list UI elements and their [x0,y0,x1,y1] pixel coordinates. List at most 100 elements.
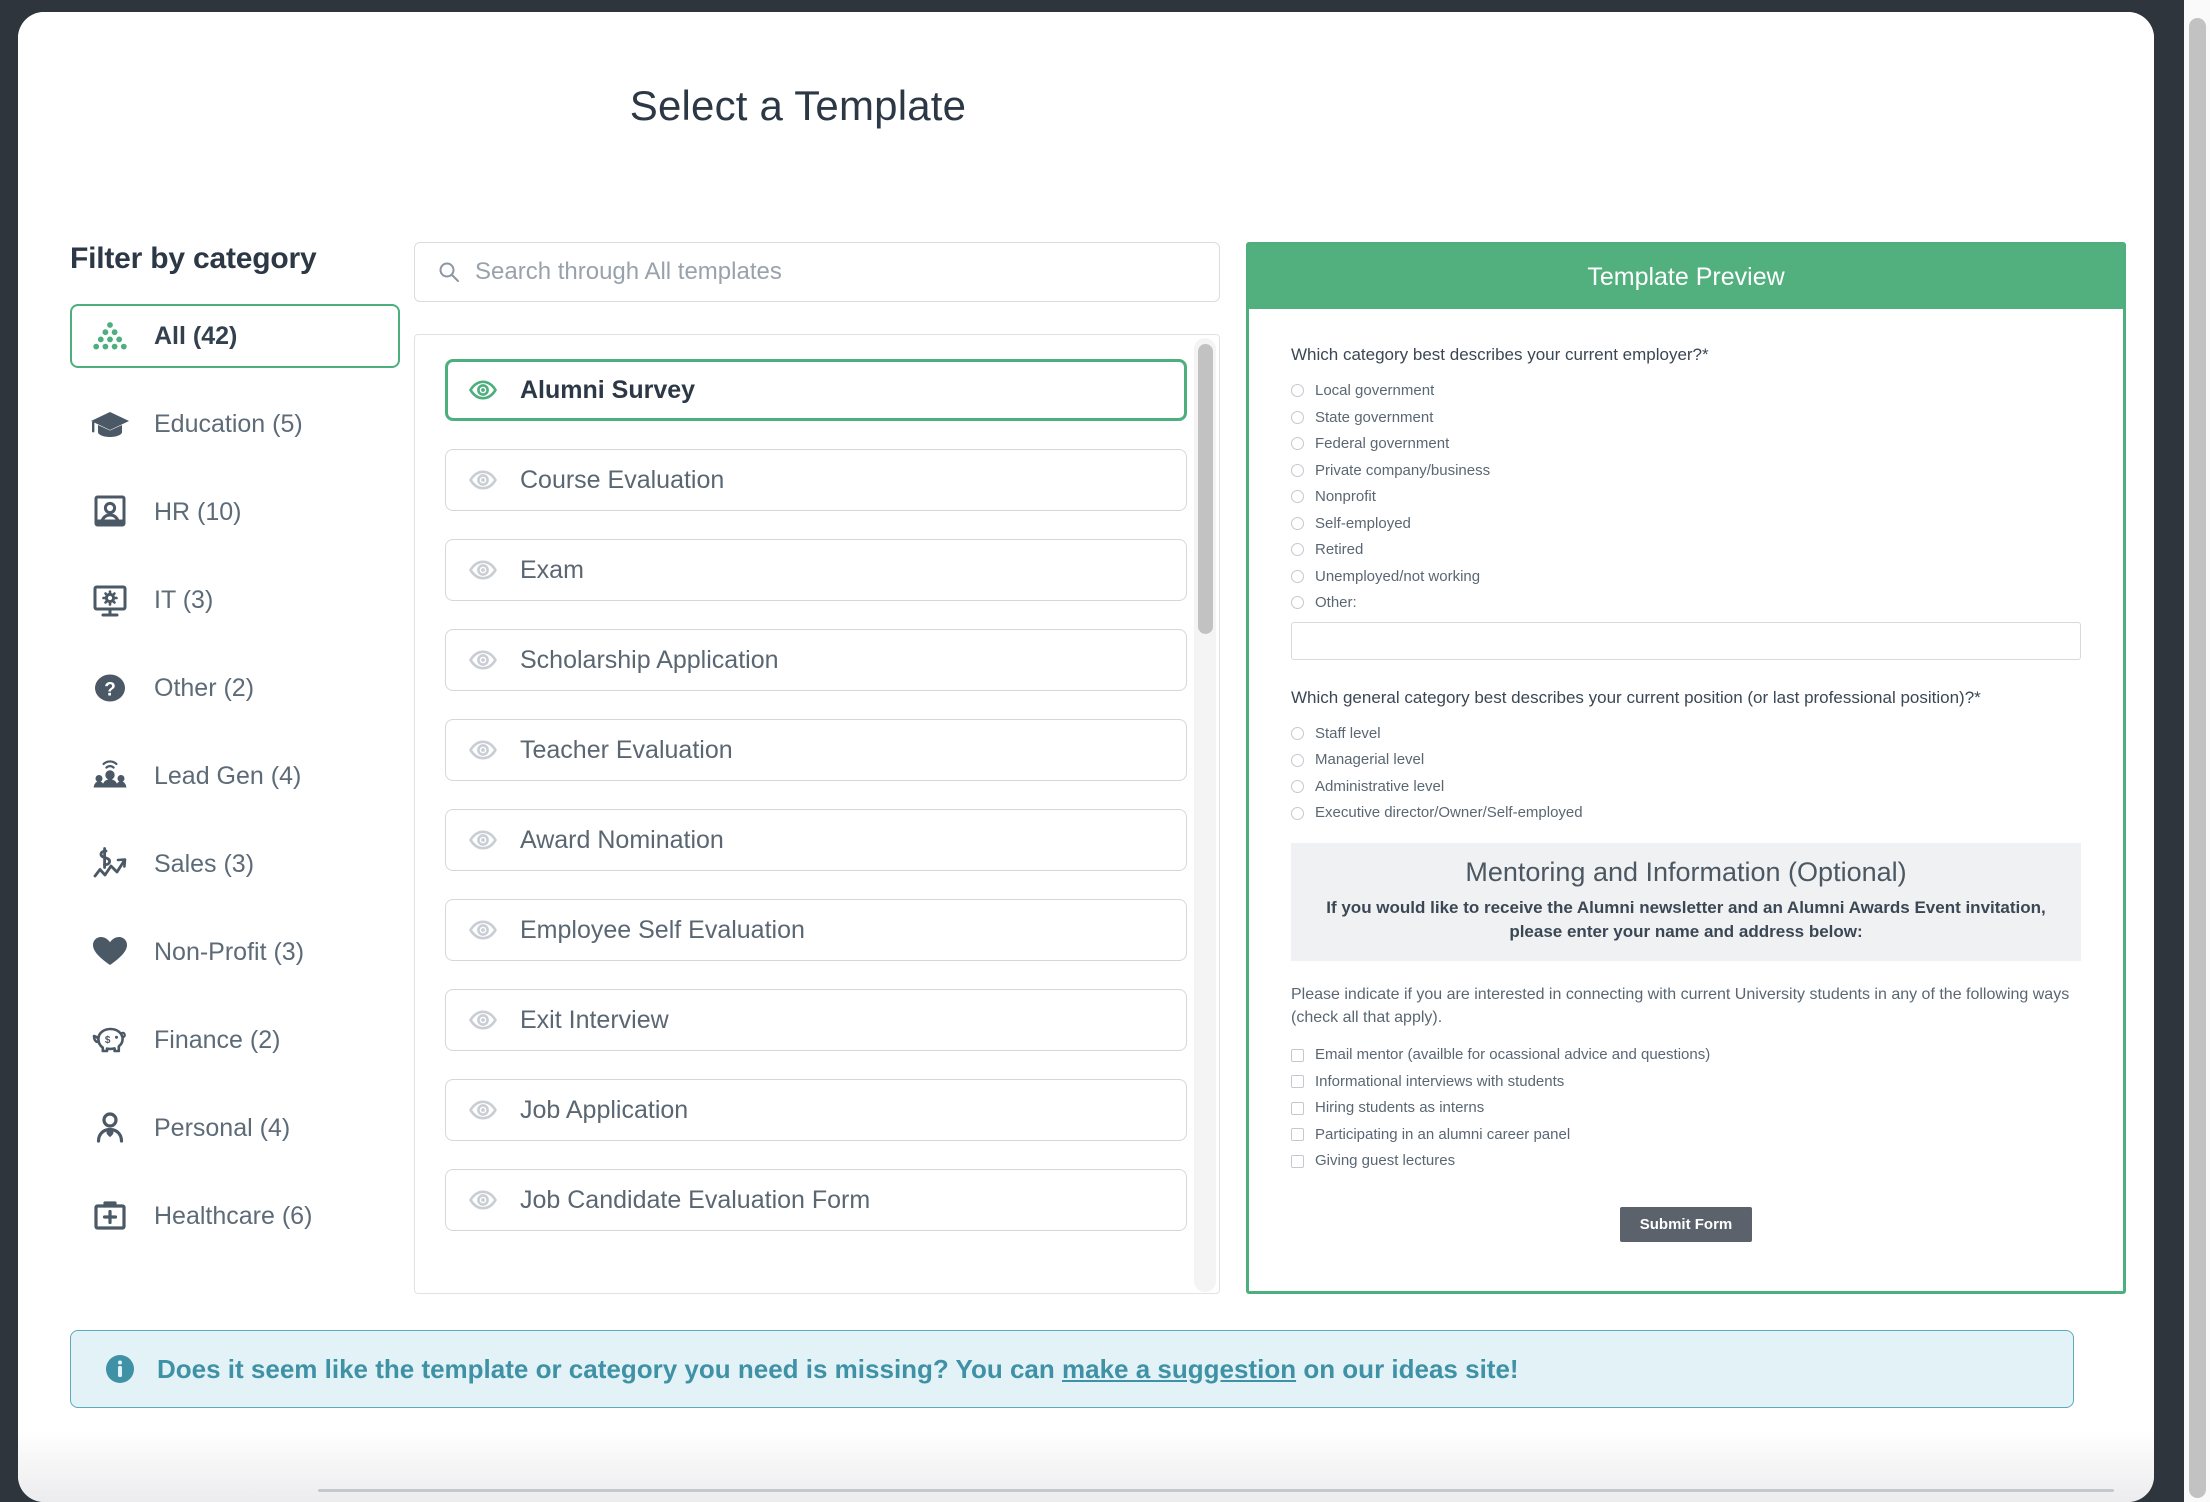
preview-employer-option[interactable]: Local government [1291,381,2081,401]
heart-icon [88,931,132,973]
preview-connect-option[interactable]: Informational interviews with students [1291,1072,2081,1092]
radio-button-icon[interactable] [1291,753,1304,767]
preview-employer-option[interactable]: Other: [1291,593,2081,613]
template-list-item[interactable]: Scholarship Application [445,629,1187,691]
modal-content: Filter by category All (42) Education (5… [18,242,2154,1342]
sidebar-item-non-profit-3[interactable]: Non-Profit (3) [70,920,400,984]
radio-button-icon[interactable] [1291,516,1304,530]
eye-preview-icon[interactable] [468,1005,498,1035]
preview-position-option[interactable]: Managerial level [1291,750,2081,770]
eye-preview-icon[interactable] [468,1095,498,1125]
preview-connect-option[interactable]: Hiring students as interns [1291,1098,2081,1118]
radio-button-icon[interactable] [1291,410,1304,424]
sidebar-item-label: Education (5) [154,409,303,438]
template-list: Alumni Survey Course Evaluation Exam Sch… [415,335,1219,1283]
eye-preview-icon[interactable] [468,465,498,495]
template-list-item[interactable]: Employee Self Evaluation [445,899,1187,961]
sidebar-item-education-5[interactable]: Education (5) [70,392,400,456]
template-list-item-label: Exam [520,555,584,584]
template-list-item[interactable]: Job Candidate Evaluation Form [445,1169,1187,1231]
make-a-suggestion-link[interactable]: make a suggestion [1062,1354,1296,1384]
sidebar-item-lead-gen-4[interactable]: Lead Gen (4) [70,744,400,808]
radio-button-icon[interactable] [1291,543,1304,557]
radio-button-icon[interactable] [1291,806,1304,820]
radio-button-icon[interactable] [1291,463,1304,477]
preview-position-option-label: Administrative level [1315,777,1445,795]
search-input[interactable] [475,258,1195,286]
preview-connect-option[interactable]: Email mentor (availble for ocassional ad… [1291,1045,2081,1065]
template-preview-panel: Template Preview Which category best des… [1246,242,2126,1294]
preview-position-option[interactable]: Administrative level [1291,777,2081,797]
search-box[interactable] [414,242,1220,302]
scrollbar-thumb[interactable] [1198,344,1213,634]
preview-employer-option[interactable]: Retired [1291,540,2081,560]
preview-employer-option[interactable]: Private company/business [1291,461,2081,481]
template-list-item-label: Scholarship Application [520,645,779,674]
checkbox-icon[interactable] [1291,1154,1304,1168]
sidebar-item-label: Healthcare (6) [154,1201,313,1230]
eye-preview-icon[interactable] [468,375,498,405]
sidebar-item-all-42[interactable]: All (42) [70,304,400,368]
preview-position-option[interactable]: Executive director/Owner/Self-employed [1291,803,2081,823]
template-list-item[interactable]: Award Nomination [445,809,1187,871]
sidebar-item-label: Non-Profit (3) [154,937,305,966]
radio-button-icon[interactable] [1291,437,1304,451]
checkbox-icon[interactable] [1291,1075,1304,1089]
eye-preview-icon[interactable] [468,735,498,765]
template-list-item[interactable]: Job Application [445,1079,1187,1141]
piggy-bank-icon: $ [88,1019,132,1061]
template-list-item[interactable]: Alumni Survey [445,359,1187,421]
template-list-item[interactable]: Exit Interview [445,989,1187,1051]
eye-preview-icon[interactable] [468,645,498,675]
page-scrollbar-thumb[interactable] [2189,18,2206,1498]
preview-connect-option[interactable]: Participating in an alumni career panel [1291,1125,2081,1145]
suggestion-info-banner: Does it seem like the template or catego… [70,1330,2074,1408]
preview-employer-option[interactable]: Nonprofit [1291,487,2081,507]
template-list-item-label: Job Candidate Evaluation Form [520,1185,871,1214]
checkbox-icon[interactable] [1291,1128,1304,1142]
preview-employer-option[interactable]: Unemployed/not working [1291,567,2081,587]
eye-preview-icon[interactable] [468,555,498,585]
submit-form-button[interactable]: Submit Form [1619,1206,1753,1242]
checkbox-icon[interactable] [1291,1048,1304,1062]
sidebar-item-it-3[interactable]: IT (3) [70,568,400,632]
sidebar-item-label: Finance (2) [154,1025,281,1054]
preview-employer-option-label: Nonprofit [1315,488,1376,506]
eye-preview-icon[interactable] [468,825,498,855]
template-list-item-label: Award Nomination [520,825,724,854]
radio-button-icon[interactable] [1291,384,1304,398]
template-list-item[interactable]: Course Evaluation [445,449,1187,511]
eye-preview-icon[interactable] [468,1185,498,1215]
sidebar-item-finance-2[interactable]: $ Finance (2) [70,1008,400,1072]
preview-employer-option[interactable]: Federal government [1291,434,2081,454]
template-list-item[interactable]: Teacher Evaluation [445,719,1187,781]
radio-button-icon[interactable] [1291,490,1304,504]
template-list-item[interactable]: Exam [445,539,1187,601]
preview-connect-option[interactable]: Giving guest lectures [1291,1151,2081,1171]
sidebar-item-personal-4[interactable]: Personal (4) [70,1096,400,1160]
page-scrollbar[interactable] [2184,0,2210,1502]
category-list: All (42) Education (5) HR (10) IT (3) ? … [70,304,400,1248]
preview-employer-option[interactable]: Self-employed [1291,514,2081,534]
mentoring-section: Mentoring and Information (Optional) If … [1291,842,2081,962]
dollar-chart-arrow-icon [88,843,132,885]
preview-instruction: Please indicate if you are interested in… [1291,986,2070,1027]
template-list-scrollbar[interactable] [1194,338,1216,1292]
sidebar-item-healthcare-6[interactable]: Healthcare (6) [70,1184,400,1248]
sidebar-item-hr-10[interactable]: HR (10) [70,480,400,544]
radio-button-icon[interactable] [1291,569,1304,583]
radio-button-icon[interactable] [1291,596,1304,610]
radio-button-icon[interactable] [1291,727,1304,740]
template-list-item-label: Course Evaluation [520,465,725,494]
preview-question-1: Which category best describes your curre… [1291,343,2081,367]
preview-employer-option[interactable]: State government [1291,408,2081,428]
mentoring-section-subtitle: If you would like to receive the Alumni … [1326,897,2046,942]
preview-other-input[interactable] [1291,621,2081,660]
preview-connect-option-label: Email mentor (availble for ocassional ad… [1315,1046,1711,1064]
checkbox-icon[interactable] [1291,1101,1304,1115]
sidebar-item-sales-3[interactable]: Sales (3) [70,832,400,896]
eye-preview-icon[interactable] [468,915,498,945]
sidebar-item-other-2[interactable]: ? Other (2) [70,656,400,720]
preview-position-option[interactable]: Staff level [1291,724,2081,744]
radio-button-icon[interactable] [1291,780,1304,793]
